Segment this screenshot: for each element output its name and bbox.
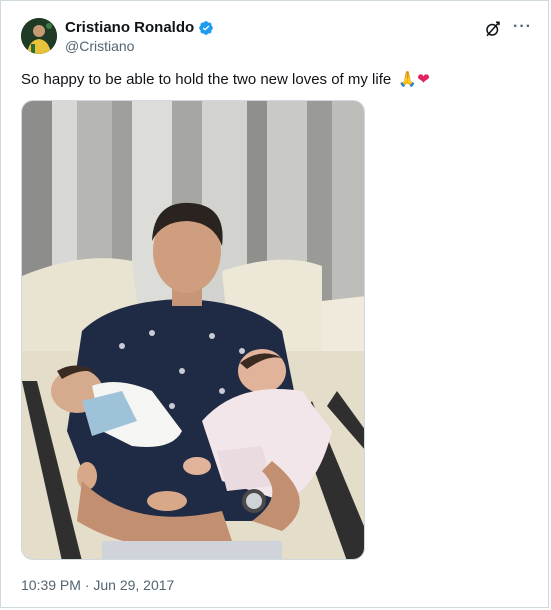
avatar[interactable]	[21, 18, 57, 54]
grok-icon[interactable]	[484, 20, 502, 38]
photo-illustration	[22, 101, 364, 559]
author-name[interactable]: Cristiano Ronaldo	[65, 19, 194, 36]
red-heart-emoji: ❤	[417, 71, 430, 88]
tweet-photo[interactable]	[21, 100, 365, 560]
author-name-row: Cristiano Ronaldo	[65, 19, 214, 36]
avatar-image	[21, 18, 57, 54]
tweet-body: So happy to be able to hold the two new …	[21, 71, 392, 88]
tweet-timestamp[interactable]: 10:39 PM · Jun 29, 2017	[21, 577, 174, 593]
tweet-text: So happy to be able to hold the two new …	[21, 70, 430, 88]
tweet-card: Cristiano Ronaldo @Cristiano ··· So happ…	[0, 0, 549, 608]
tweet-header: Cristiano Ronaldo @Cristiano ···	[21, 18, 532, 58]
more-icon[interactable]: ···	[513, 18, 532, 36]
author-handle[interactable]: @Cristiano	[65, 38, 134, 54]
praying-hands-emoji: 🙏	[398, 71, 418, 88]
verified-badge-icon[interactable]	[198, 20, 214, 36]
